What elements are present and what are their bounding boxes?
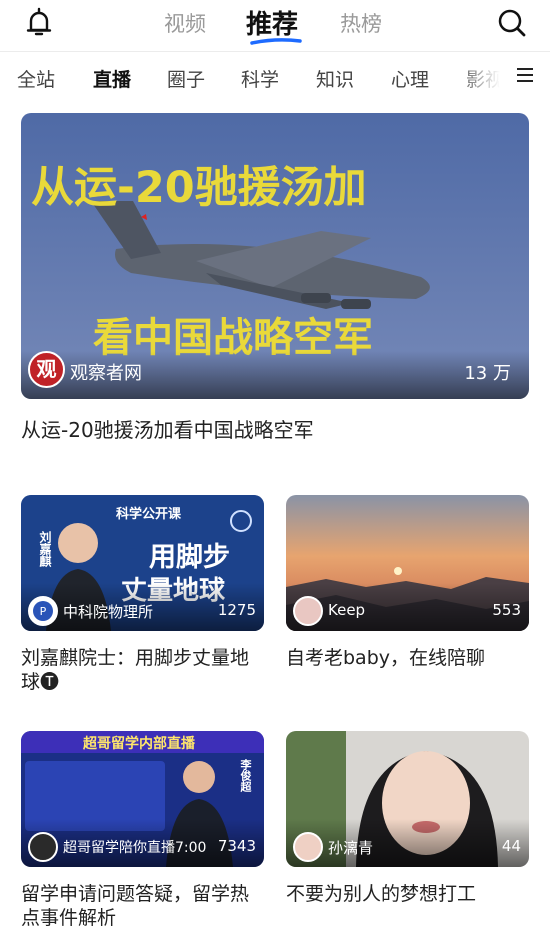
card-4-title-line-1: 不要为别人的梦想打工: [286, 883, 477, 905]
card-1-author-avatar[interactable]: P: [28, 596, 58, 626]
card-3-title-line-1: 留学申请问题答疑，留学热: [21, 883, 250, 905]
card-1-view-count: 1275: [217, 601, 256, 619]
category-science[interactable]: 科学: [241, 65, 279, 92]
card-2-view-count: 553: [492, 601, 521, 619]
card-3-author-name[interactable]: 超哥留学陪你直播7:00: [63, 837, 206, 857]
video-card-2-title[interactable]: 自考老baby，在线陪聊: [286, 646, 536, 670]
video-card-2[interactable]: Keep 553: [286, 495, 529, 631]
featured-author-avatar[interactable]: 观: [28, 351, 65, 388]
featured-video-card[interactable]: 从运-20驰援汤加 看中国战略空军 观 观察者网 13 万: [21, 113, 529, 399]
featured-thumbnail-headline: 从运-20驰援汤加: [31, 163, 367, 213]
video-card-3[interactable]: 超哥留学内部直播 李俊超 超哥留学陪你直播7:00 7343: [21, 731, 264, 867]
video-card-4[interactable]: 孙漓青 44: [286, 731, 529, 867]
card-1-title-line-2: 球🅣: [21, 671, 60, 693]
top-tab-bar: 视频 推荐 热榜: [160, 4, 390, 45]
card-1-thumbnail-tag: 科学公开课: [116, 507, 182, 522]
card-1-author-name[interactable]: 中科院物理所: [63, 601, 153, 622]
card-4-view-count: 44: [501, 837, 521, 855]
category-all[interactable]: 全站: [17, 65, 55, 92]
svg-text:P: P: [40, 605, 47, 618]
category-circle[interactable]: 圈子: [167, 65, 205, 92]
video-card-1-title[interactable]: 刘嘉麒院士：用脚步丈量地 球🅣: [21, 646, 271, 694]
card-3-thumbnail-banner: 超哥留学内部直播: [83, 736, 195, 752]
tab-video[interactable]: 视频: [164, 8, 206, 38]
tab-trending[interactable]: 热榜: [340, 8, 382, 38]
bell-icon[interactable]: [22, 6, 56, 40]
featured-view-count: 13 万: [464, 363, 511, 384]
card-3-thumbnail-name: 李俊超: [239, 759, 252, 792]
video-card-1[interactable]: 科学公开课 用脚步 丈量地球 刘嘉麒 P 中科院物理所 1275: [21, 495, 264, 631]
menu-icon[interactable]: [517, 68, 533, 84]
card-3-view-count: 7343: [217, 837, 256, 855]
card-1-thumbnail-name: 刘嘉麒: [38, 531, 52, 567]
featured-author-name[interactable]: 观察者网: [70, 359, 142, 385]
card-1-title-line-1: 刘嘉麒院士：用脚步丈量地: [21, 647, 250, 669]
card-1-thumbnail-text-1: 用脚步: [149, 542, 230, 573]
card-4-author-avatar[interactable]: [293, 832, 323, 862]
top-bar: 视频 推荐 热榜: [0, 0, 550, 48]
video-card-3-title[interactable]: 留学申请问题答疑，留学热 点事件解析: [21, 882, 271, 930]
active-tab-indicator: [250, 38, 302, 45]
category-fade: [455, 52, 515, 102]
card-2-author-name[interactable]: Keep: [328, 601, 365, 619]
video-card-4-title[interactable]: 不要为别人的梦想打工: [286, 882, 536, 906]
featured-video-title[interactable]: 从运-20驰援汤加看中国战略空军: [21, 418, 529, 442]
tab-recommend[interactable]: 推荐: [246, 4, 298, 41]
card-3-author-avatar[interactable]: [28, 832, 58, 862]
category-knowledge[interactable]: 知识: [316, 65, 354, 92]
card-4-author-name[interactable]: 孙漓青: [328, 837, 373, 858]
card-2-author-avatar[interactable]: [293, 596, 323, 626]
card-3-title-line-2: 点事件解析: [21, 907, 117, 929]
category-psychology[interactable]: 心理: [391, 65, 429, 92]
category-live[interactable]: 直播: [93, 65, 131, 92]
category-bar: 全站 直播 圈子 科学 知识 心理 影视: [0, 52, 550, 102]
card-2-title-line-1: 自考老baby，在线陪聊: [286, 647, 486, 669]
search-icon[interactable]: [495, 6, 529, 40]
